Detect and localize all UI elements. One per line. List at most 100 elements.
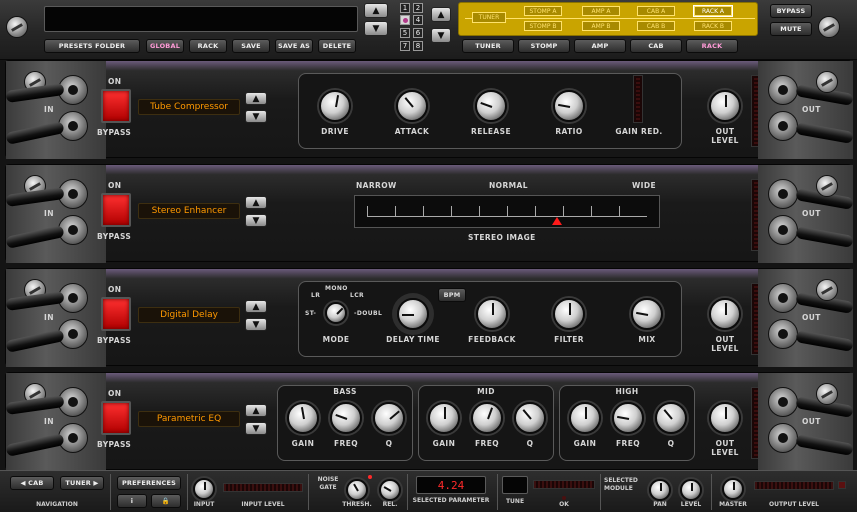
delete-button[interactable]: DELETE [318,39,356,53]
rack-screw-icon [6,16,28,38]
chain-stomp-a[interactable]: STOMP A [524,6,562,16]
stereo-image-marker-icon[interactable] [552,217,563,225]
drive-knob[interactable] [319,90,351,122]
global-button[interactable]: GLOBAL [146,39,184,53]
mix-knob[interactable] [631,298,663,330]
save-button[interactable]: SAVE [232,39,270,53]
slot-2[interactable]: 2 [413,3,423,13]
chain-cab-b[interactable]: CAB B [637,21,675,31]
bass-gain-knob[interactable] [287,402,319,434]
module-name-display[interactable]: Digital Delay [138,307,240,323]
nav-tuner-button[interactable]: TUNER ▶ [60,476,104,490]
master-bypass-button[interactable]: BYPASS [770,4,812,18]
left-side-panel [6,269,106,367]
master-knob[interactable] [722,478,744,500]
bass-freq-knob[interactable] [330,402,362,434]
mid-gain-knob[interactable] [428,402,460,434]
slot-up-button[interactable]: ▲ [431,7,451,22]
presets-folder-button[interactable]: PRESETS FOLDER [44,39,140,53]
bass-q-knob[interactable] [373,402,405,434]
chain-tuner[interactable]: TUNER [472,12,506,23]
module-name-display[interactable]: Stereo Enhancer [138,203,240,219]
preset-up-button[interactable]: ▲ [364,3,388,18]
wide-label: WIDE [632,181,657,190]
stereo-image-slider[interactable] [354,195,660,228]
out-level-knob[interactable] [709,90,741,122]
out-label: OUT [802,105,821,114]
tab-tuner[interactable]: TUNER [462,39,514,53]
pan-knob[interactable] [649,479,671,501]
ratio-knob[interactable] [553,90,585,122]
module-down-button[interactable]: ▼ [245,110,267,123]
high-q-knob[interactable] [655,402,687,434]
chain-rack-b[interactable]: RACK B [694,21,732,31]
slot-7[interactable]: 7 [400,41,410,51]
lock-button[interactable]: 🔒 [151,494,181,508]
high-freq-knob[interactable] [612,402,644,434]
preset-display[interactable] [44,6,358,32]
module-down-button[interactable]: ▼ [245,422,267,435]
divider [187,474,188,510]
mode-selector-knob[interactable] [325,302,347,324]
bypass-toggle[interactable] [101,193,131,227]
slot-6[interactable]: 6 [413,28,423,38]
module-up-button[interactable]: ▲ [245,300,267,313]
chain-amp-b[interactable]: AMP B [582,21,620,31]
module-name-display[interactable]: Tube Compressor [138,99,240,115]
module-up-button[interactable]: ▲ [245,404,267,417]
slot-8[interactable]: 8 [413,41,423,51]
slot-2-selected[interactable] [400,15,410,25]
filter-knob[interactable] [553,298,585,330]
out-level-knob[interactable] [709,298,741,330]
high-gain-knob[interactable] [569,402,601,434]
mid-freq-knob[interactable] [471,402,503,434]
thresh-knob[interactable] [346,479,368,501]
module-down-button[interactable]: ▼ [245,318,267,331]
slot-5[interactable]: 5 [400,28,410,38]
module-name-display[interactable]: Parametric EQ [138,411,240,427]
mute-button[interactable]: MUTE [770,22,812,36]
module-up-button[interactable]: ▲ [245,196,267,209]
filter-label: FILTER [554,335,584,344]
output-level-meter [754,481,834,490]
chain-rack-a[interactable]: RACK A [693,5,733,17]
tab-cab[interactable]: CAB [630,39,682,53]
chain-stomp-b[interactable]: STOMP B [524,21,562,31]
tab-stomp[interactable]: STOMP [518,39,570,53]
chain-amp-a[interactable]: AMP A [582,6,620,16]
save-as-button[interactable]: SAVE AS [275,39,313,53]
slot-4[interactable]: 4 [413,15,423,25]
mid-q-label: Q [526,439,534,448]
slot-down-button[interactable]: ▼ [431,28,451,43]
bypass-toggle[interactable] [101,297,131,331]
tune-display [502,476,528,494]
out-level-label: OUT LEVEL [711,127,739,145]
nav-cab-label: CAB [28,479,44,487]
tab-amp[interactable]: AMP [574,39,626,53]
module-down-button[interactable]: ▼ [245,214,267,227]
info-button[interactable]: i [117,494,147,508]
release-knob[interactable] [475,90,507,122]
bpm-button[interactable]: BPM [438,288,466,302]
module-up-button[interactable]: ▲ [245,92,267,105]
rack-button[interactable]: RACK [189,39,227,53]
module-level-knob[interactable] [680,479,702,501]
chain-cab-a[interactable]: CAB A [637,6,675,16]
preferences-button[interactable]: PREFERENCES [117,476,181,490]
attack-knob[interactable] [396,90,428,122]
mid-q-knob[interactable] [514,402,546,434]
preset-down-button[interactable]: ▼ [364,21,388,36]
rel-knob[interactable] [379,479,401,501]
tab-rack[interactable]: RACK [686,39,738,53]
out-level-knob[interactable] [709,402,741,434]
signal-chain: TUNER STOMP A STOMP B AMP A AMP B CAB A … [458,2,758,36]
delay-time-knob[interactable] [397,298,429,330]
input-knob[interactable] [193,478,215,500]
nav-cab-button[interactable]: ◀ CAB [10,476,54,490]
slot-1[interactable]: 1 [400,3,410,13]
bypass-toggle[interactable] [101,401,131,435]
bypass-toggle[interactable] [101,89,131,123]
stereo-image-label: STEREO IMAGE [468,233,536,242]
feedback-knob[interactable] [476,298,508,330]
slider-track [367,216,647,217]
